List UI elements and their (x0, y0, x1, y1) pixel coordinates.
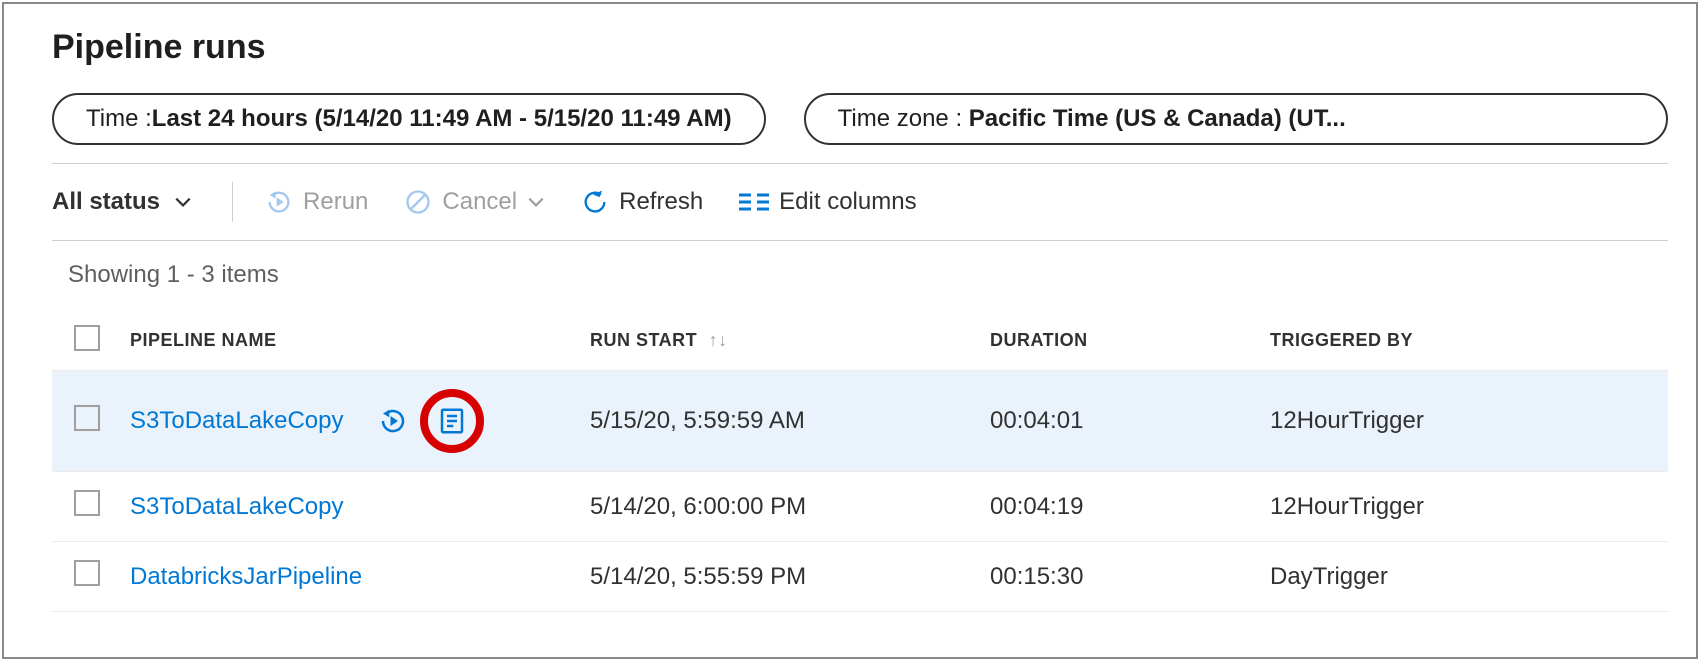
triggered-by-cell: 12HourTrigger (1260, 472, 1668, 542)
runs-table: PIPELINE NAME RUN START ↑↓ DURATION TRIG… (52, 311, 1668, 612)
col-pipeline-name[interactable]: PIPELINE NAME (120, 311, 580, 371)
pipeline-link[interactable]: S3ToDataLakeCopy (130, 407, 360, 435)
edit-columns-label: Edit columns (779, 188, 916, 216)
time-filter-label: Time : (86, 105, 152, 133)
rerun-row-icon[interactable] (378, 406, 408, 436)
select-all-checkbox[interactable] (74, 325, 100, 351)
run-start-cell: 5/14/20, 6:00:00 PM (580, 472, 980, 542)
run-start-cell: 5/14/20, 5:55:59 PM (580, 542, 980, 612)
chevron-down-icon (174, 193, 192, 211)
col-run-start-label: RUN START (590, 330, 697, 350)
time-filter-value: Last 24 hours (5/14/20 11:49 AM - 5/15/2… (152, 105, 732, 133)
chevron-down-icon (527, 193, 545, 211)
time-filter-pill[interactable]: Time : Last 24 hours (5/14/20 11:49 AM -… (52, 93, 766, 145)
pipeline-link[interactable]: DatabricksJarPipeline (130, 563, 362, 590)
page-title: Pipeline runs (52, 28, 1668, 67)
timezone-filter-pill[interactable]: Time zone : Pacific Time (US & Canada) (… (804, 93, 1668, 145)
consumption-highlight-ring[interactable] (420, 389, 484, 453)
duration-cell: 00:04:19 (980, 472, 1260, 542)
table-row[interactable]: S3ToDataLakeCopy (52, 371, 1668, 472)
row-checkbox[interactable] (74, 405, 100, 431)
col-triggered-by[interactable]: TRIGGERED BY (1260, 311, 1668, 371)
status-filter-label: All status (52, 188, 160, 216)
table-row[interactable]: DatabricksJarPipeline 5/14/20, 5:55:59 P… (52, 542, 1668, 612)
result-count: Showing 1 - 3 items (52, 241, 1668, 311)
row-checkbox[interactable] (74, 560, 100, 586)
cancel-label: Cancel (442, 188, 517, 216)
row-checkbox[interactable] (74, 490, 100, 516)
pipeline-link[interactable]: S3ToDataLakeCopy (130, 493, 343, 520)
status-filter-dropdown[interactable]: All status (52, 188, 214, 216)
timezone-filter-value: Pacific Time (US & Canada) (UT... (969, 105, 1346, 132)
duration-cell: 00:15:30 (980, 542, 1260, 612)
refresh-label: Refresh (619, 188, 703, 216)
filter-row: Time : Last 24 hours (5/14/20 11:49 AM -… (52, 93, 1668, 145)
rerun-button[interactable]: Rerun (251, 184, 382, 220)
cancel-icon (404, 188, 432, 216)
col-select (52, 311, 120, 371)
toolbar-divider (232, 182, 233, 222)
table-row[interactable]: S3ToDataLakeCopy 5/14/20, 6:00:00 PM 00:… (52, 472, 1668, 542)
cancel-button[interactable]: Cancel (390, 184, 559, 220)
sort-icon: ↑↓ (709, 330, 728, 350)
rerun-label: Rerun (303, 188, 368, 216)
triggered-by-cell: DayTrigger (1260, 542, 1668, 612)
pipeline-runs-panel: Pipeline runs Time : Last 24 hours (5/14… (2, 2, 1698, 659)
duration-cell: 00:04:01 (980, 371, 1260, 472)
refresh-button[interactable]: Refresh (567, 184, 717, 220)
toolbar: All status Rerun Cancel R (52, 163, 1668, 241)
rerun-icon (265, 188, 293, 216)
run-start-cell: 5/15/20, 5:59:59 AM (580, 371, 980, 472)
triggered-by-cell: 12HourTrigger (1260, 371, 1668, 472)
col-duration[interactable]: DURATION (980, 311, 1260, 371)
timezone-filter-label: Time zone : (838, 105, 969, 132)
edit-columns-icon (739, 191, 769, 213)
refresh-icon (581, 188, 609, 216)
col-run-start[interactable]: RUN START ↑↓ (580, 311, 980, 371)
edit-columns-button[interactable]: Edit columns (725, 184, 930, 220)
consumption-icon (437, 406, 467, 436)
